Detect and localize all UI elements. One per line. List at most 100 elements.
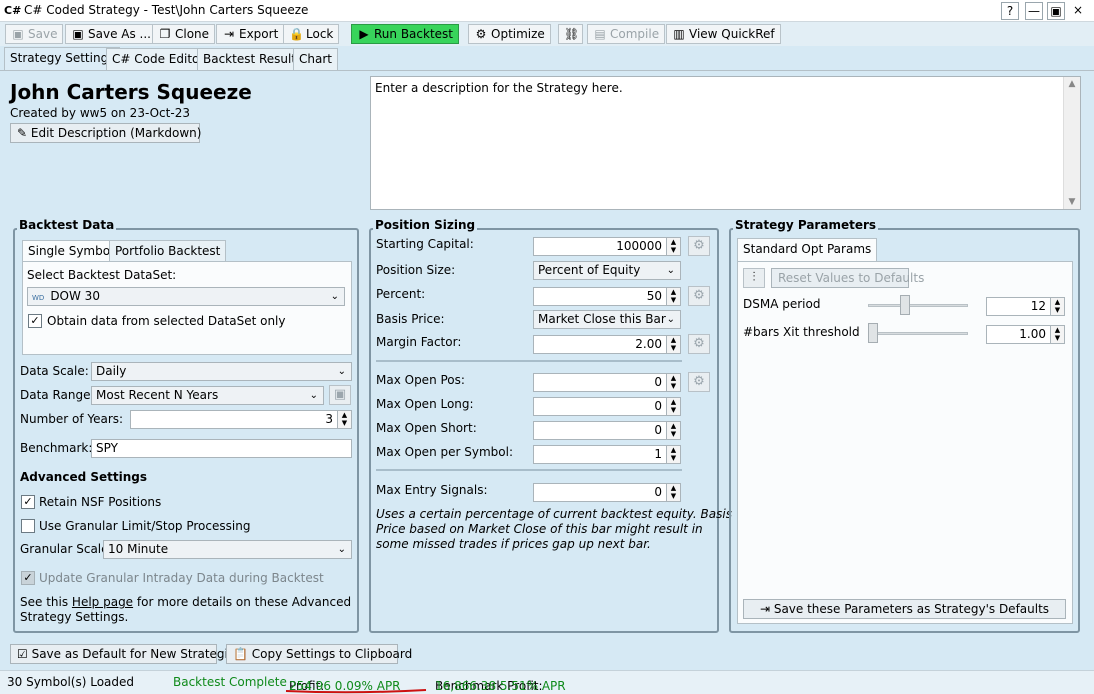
chevron-down-icon: ⌄ [330, 291, 339, 302]
position-size-select[interactable]: Percent of Equity ⌄ [533, 261, 681, 280]
xit-slider-thumb[interactable] [868, 323, 878, 343]
retain-nsf-checkbox[interactable]: ✓ [21, 495, 35, 509]
tab-single-symbol[interactable]: Single Symbol [22, 240, 120, 262]
spinner-icon[interactable]: ▲ ▼ [666, 398, 680, 415]
margin-factor-input[interactable]: 2.00 ▲ ▼ [533, 335, 681, 354]
tab-portfolio-backtest[interactable]: Portfolio Backtest [109, 240, 227, 262]
reset-defaults-button[interactable]: Reset Values to Defaults [771, 268, 924, 288]
link-button[interactable]: ⛓ [558, 24, 583, 44]
created-info: Created by ww5 on 23-Oct-23 [10, 106, 190, 120]
update-granular-checkbox[interactable]: ✓ [21, 571, 35, 585]
scroll-down-icon[interactable]: ▼ [1064, 195, 1080, 209]
xit-threshold-input[interactable]: 1.00 ▲ ▼ [986, 325, 1065, 344]
spinner-icon[interactable]: ▲ ▼ [337, 411, 351, 428]
compile-icon: ▤ [594, 27, 606, 41]
tab-standard-opt-params[interactable]: Standard Opt Params [737, 238, 878, 262]
lock-icon: 🔒 [289, 27, 304, 41]
spinner-icon[interactable]: ▲ ▼ [666, 422, 680, 439]
minimize-button[interactable]: — [1025, 2, 1043, 20]
granular-scale-label: Granular Scale [20, 542, 109, 556]
dataset-badge-icon: WD [32, 294, 45, 302]
gear-icon[interactable]: ⚙ [688, 334, 710, 354]
scroll-up-icon[interactable]: ▲ [1064, 77, 1080, 91]
spinner-icon[interactable]: ▲ ▼ [666, 288, 680, 305]
basis-price-select[interactable]: Market Close this Bar ⌄ [533, 310, 681, 329]
spinner-icon[interactable]: ▲ ▼ [666, 336, 680, 353]
save-range-icon[interactable]: ▣ [329, 385, 351, 405]
max-open-long-label: Max Open Long: [376, 397, 474, 411]
starting-capital-input[interactable]: 100000 ▲ ▼ [533, 237, 681, 256]
clone-button[interactable]: ❐ Clone [152, 24, 216, 44]
tab-strategy-settings[interactable]: Strategy Settings [4, 47, 121, 70]
data-scale-select[interactable]: Daily ⌄ [91, 362, 352, 381]
run-backtest-button[interactable]: ▶ Run Backtest [351, 24, 460, 44]
compile-button[interactable]: ▤ Compile [587, 24, 666, 44]
maximize-button[interactable]: ▣ [1047, 2, 1065, 20]
dsma-slider-thumb[interactable] [899, 295, 910, 315]
xit-slider-track[interactable] [868, 332, 968, 335]
save-as-button[interactable]: ▣ Save As ... [65, 24, 157, 44]
save-params-defaults-button[interactable]: ⇥ Save these Parameters as Strategy's De… [743, 599, 1066, 619]
gear-icon[interactable]: ⚙ [688, 236, 710, 256]
checkbox-icon: ☑ [17, 647, 32, 661]
tab-chart[interactable]: Chart [293, 48, 338, 70]
close-button[interactable]: × [1069, 2, 1087, 20]
dsma-slider-track[interactable] [868, 304, 968, 307]
data-range-label: Data Range: [20, 388, 95, 402]
export-button[interactable]: ⇥ Export [216, 24, 285, 44]
spinner-icon[interactable]: ▲ ▼ [1050, 326, 1064, 343]
param-label: #bars Xit threshold [743, 325, 860, 339]
edit-icon: ✎ [17, 126, 31, 140]
arrow-right-icon: ⇥ [759, 602, 774, 616]
max-open-long-input[interactable]: 0 ▲ ▼ [533, 397, 681, 416]
dsma-period-input[interactable]: 12 ▲ ▼ [986, 297, 1065, 316]
spinner-icon[interactable]: ▲ ▼ [1050, 298, 1064, 315]
param-label: DSMA period [743, 297, 821, 311]
data-range-select[interactable]: Most Recent N Years ⌄ [91, 386, 324, 405]
select-dataset-label: Select Backtest DataSet: [27, 268, 177, 282]
max-open-symbol-input[interactable]: 1 ▲ ▼ [533, 445, 681, 464]
edit-description-button[interactable]: ✎ Edit Description (Markdown) [10, 123, 201, 143]
book-icon: ▥ [673, 27, 685, 41]
num-years-input[interactable]: 3 ▲ ▼ [130, 410, 352, 429]
save-button[interactable]: ▣ Save [5, 24, 64, 44]
max-open-short-input[interactable]: 0 ▲ ▼ [533, 421, 681, 440]
help-text: See this Help page for more details on t… [20, 595, 352, 609]
copy-settings-button[interactable]: 📋 Copy Settings to Clipboard [226, 644, 412, 664]
description-textarea[interactable]: Enter a description for the Strategy her… [370, 76, 1081, 210]
benchmark-input[interactable]: SPY [91, 439, 352, 458]
save-default-button[interactable]: ☑ Save as Default for New Strategies [10, 644, 242, 664]
lock-button[interactable]: 🔒 Lock [283, 24, 340, 44]
percent-input[interactable]: 50 ▲ ▼ [533, 287, 681, 306]
backtest-status: Backtest Complete [173, 675, 287, 689]
granular-limit-checkbox[interactable] [21, 519, 35, 533]
granular-scale-select[interactable]: 10 Minute ⌄ [103, 540, 352, 559]
help-page-link[interactable]: Help page [72, 595, 133, 609]
tab-code-editor[interactable]: C# Code Editor [106, 48, 211, 70]
spinner-icon[interactable]: ▲ ▼ [666, 484, 680, 501]
max-open-short-label: Max Open Short: [376, 421, 477, 435]
basis-price-label: Basis Price: [376, 312, 445, 326]
spinner-icon[interactable]: ▲ ▼ [666, 374, 680, 391]
obtain-only-label: Obtain data from selected DataSet only [47, 314, 286, 328]
gear-icon[interactable]: ⚙ [688, 372, 710, 392]
tab-backtest-results[interactable]: Backtest Results [197, 48, 309, 70]
chevron-down-icon: ⌄ [309, 390, 318, 401]
sliders-icon[interactable]: ⫶ [743, 268, 765, 288]
dataset-select[interactable]: WD DOW 30 ⌄ [27, 287, 345, 306]
spinner-icon[interactable]: ▲ ▼ [666, 446, 680, 463]
optimize-button[interactable]: ⚙ Optimize [468, 24, 551, 44]
help-button[interactable]: ? [1001, 2, 1019, 20]
clone-icon: ❐ [159, 27, 171, 41]
max-entry-label: Max Entry Signals: [376, 483, 488, 497]
obtain-only-checkbox[interactable]: ✓ [28, 314, 42, 328]
percent-label: Percent: [376, 287, 426, 301]
view-quickref-button[interactable]: ▥ View QuickRef [666, 24, 781, 44]
description-text: Enter a description for the Strategy her… [375, 81, 623, 95]
max-open-pos-input[interactable]: 0 ▲ ▼ [533, 373, 681, 392]
max-entry-input[interactable]: 0 ▲ ▼ [533, 483, 681, 502]
description-scrollbar[interactable]: ▲ ▼ [1063, 77, 1080, 209]
gear-icon[interactable]: ⚙ [688, 286, 710, 306]
spinner-icon[interactable]: ▲ ▼ [666, 238, 680, 255]
separator [376, 469, 682, 471]
